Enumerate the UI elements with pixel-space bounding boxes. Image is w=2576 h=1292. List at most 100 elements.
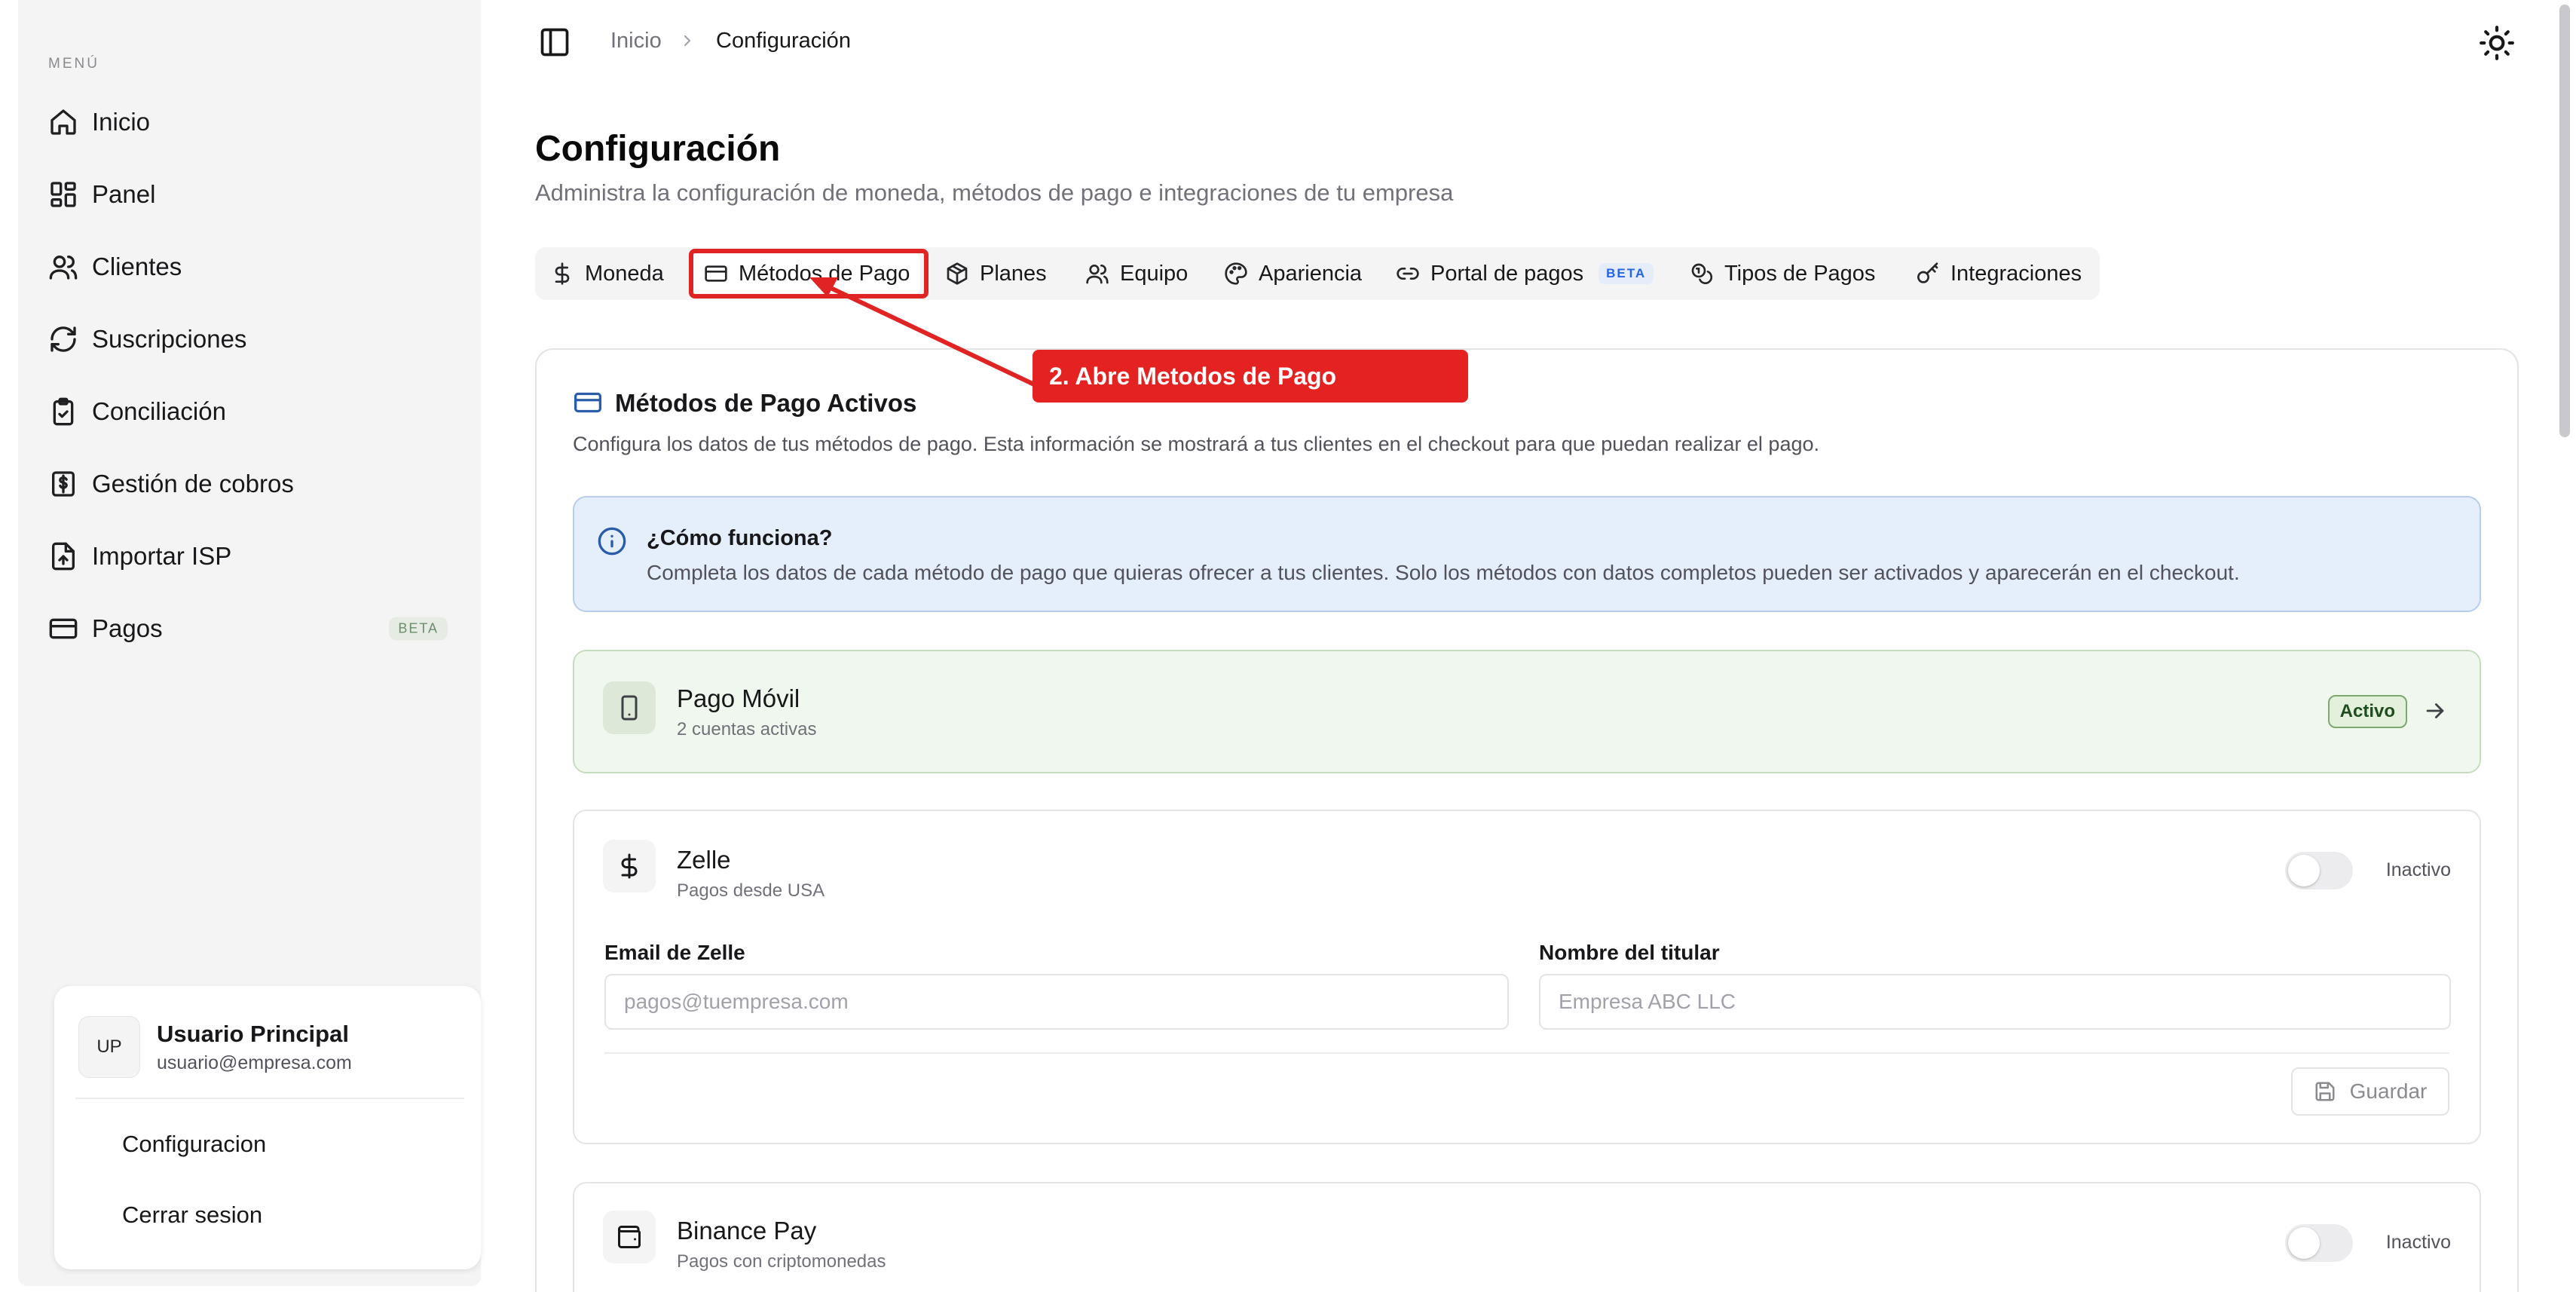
sidebar-nav: Inicio Panel Clientes Suscripciones Conc… <box>35 86 466 665</box>
sidebar-item-importar-isp[interactable]: Importar ISP <box>35 520 466 592</box>
credit-card-icon <box>573 389 603 416</box>
beta-badge: BETA <box>1599 263 1654 284</box>
divider <box>75 1098 464 1099</box>
info-icon <box>597 526 627 556</box>
sun-icon[interactable] <box>2478 24 2516 62</box>
sidebar-item-pagos[interactable]: Pagos BETA <box>35 592 466 665</box>
package-icon <box>945 262 969 286</box>
receipt-dollar-icon <box>48 469 78 499</box>
info-title: ¿Cómo funciona? <box>647 526 833 550</box>
breadcrumb-home[interactable]: Inicio <box>610 29 662 54</box>
sidebar-item-label: Suscripciones <box>92 325 247 353</box>
breadcrumb-current: Configuración <box>716 29 851 53</box>
zelle-holder-input[interactable] <box>1539 974 2451 1030</box>
toggle-status-label: Inactivo <box>2385 1232 2451 1253</box>
method-title: Binance Pay <box>677 1217 817 1245</box>
tab-portal-de-pagos[interactable]: Portal de pagos BETA <box>1385 253 1664 295</box>
coins-icon <box>1690 262 1714 286</box>
method-title: Zelle <box>677 846 731 874</box>
tab-label: Métodos de Pago <box>739 261 910 286</box>
chevron-right-icon <box>678 30 696 51</box>
credit-card-icon <box>48 614 78 644</box>
layout-dashboard-icon <box>48 179 78 210</box>
method-subtitle: Pagos desde USA <box>677 880 825 901</box>
method-zelle: Zelle Pagos desde USA Inactivo Email de … <box>573 810 2481 1144</box>
page-subtitle: Administra la configuración de moneda, m… <box>535 179 1454 206</box>
users-icon <box>48 252 78 282</box>
info-text: Completa los datos de cada método de pag… <box>647 561 2240 584</box>
sidebar-item-label: Clientes <box>92 253 182 280</box>
cerrar-sesion-link[interactable]: Cerrar sesion <box>122 1202 262 1229</box>
tab-moneda[interactable]: Moneda <box>540 253 675 295</box>
method-title: Pago Móvil <box>677 684 800 712</box>
sidebar-item-label: Panel <box>92 180 156 208</box>
wallet-icon <box>603 1211 656 1263</box>
sidebar-item-label: Gestión de cobros <box>92 470 294 498</box>
method-binance-pay: Binance Pay Pagos con criptomonedas Inac… <box>573 1182 2481 1292</box>
file-upload-icon <box>48 541 78 571</box>
sidebar-item-suscripciones[interactable]: Suscripciones <box>35 303 466 375</box>
section-title: Métodos de Pago Activos <box>615 389 917 417</box>
home-icon <box>48 107 78 137</box>
save-button[interactable]: Guardar <box>2291 1067 2449 1116</box>
tab-apariencia[interactable]: Apariencia <box>1213 253 1372 295</box>
sidebar-item-gestion-cobros[interactable]: Gestión de cobros <box>35 448 466 520</box>
sidebar: MENÚ Inicio Panel Clientes Suscripciones <box>18 0 481 1286</box>
users-icon <box>1085 262 1109 286</box>
sidebar-item-panel[interactable]: Panel <box>35 158 466 231</box>
clipboard-check-icon <box>48 396 78 427</box>
sidebar-item-label: Importar ISP <box>92 542 232 570</box>
tab-tipos-de-pagos[interactable]: Tipos de Pagos <box>1679 253 1886 295</box>
user-email: usuario@empresa.com <box>157 1052 352 1073</box>
tab-integraciones[interactable]: Integraciones <box>1905 253 2092 295</box>
method-pago-movil[interactable]: Pago Móvil 2 cuentas activas Activo <box>573 650 2481 773</box>
sidebar-item-conciliacion[interactable]: Conciliación <box>35 375 466 448</box>
annotation-label: 2. Abre Metodos de Pago <box>1033 350 1468 403</box>
menu-label: MENÚ <box>48 56 99 72</box>
sidebar-toggle-icon[interactable] <box>538 26 571 59</box>
method-subtitle: 2 cuentas activas <box>677 719 817 739</box>
scrollbar[interactable] <box>2559 5 2570 437</box>
beta-badge: BETA <box>389 617 448 641</box>
tab-label: Tipos de Pagos <box>1724 261 1876 286</box>
info-box: ¿Cómo funciona? Completa los datos de ca… <box>573 496 2481 612</box>
smartphone-icon <box>603 681 656 734</box>
holder-label: Nombre del titular <box>1539 941 1720 964</box>
tab-metodos-de-pago[interactable]: Métodos de Pago <box>693 253 921 295</box>
link-icon <box>1396 262 1420 286</box>
settings-tabs: Moneda Métodos de Pago Planes Equipo Apa… <box>535 247 2100 300</box>
zelle-toggle[interactable] <box>2285 852 2353 889</box>
section-description: Configura los datos de tus métodos de pa… <box>573 433 1819 455</box>
sidebar-item-label: Conciliación <box>92 397 226 425</box>
user-name: Usuario Principal <box>157 1021 349 1047</box>
tab-label: Apariencia <box>1259 261 1363 286</box>
toggle-status-label: Inactivo <box>2385 859 2451 880</box>
save-icon <box>2314 1080 2336 1103</box>
tab-equipo[interactable]: Equipo <box>1075 253 1198 295</box>
email-label: Email de Zelle <box>604 941 745 964</box>
method-subtitle: Pagos con criptomonedas <box>677 1251 886 1272</box>
zelle-email-input[interactable] <box>604 974 1509 1030</box>
palette-icon <box>1224 262 1248 286</box>
refresh-icon <box>48 324 78 354</box>
tab-label: Planes <box>980 261 1047 286</box>
key-icon <box>1916 262 1940 286</box>
sidebar-item-inicio[interactable]: Inicio <box>35 86 466 158</box>
dollar-icon <box>603 840 656 892</box>
credit-card-icon <box>704 262 728 286</box>
divider <box>604 1052 2449 1054</box>
arrow-right-icon <box>2422 698 2448 724</box>
tab-label: Portal de pagos <box>1430 261 1584 286</box>
sidebar-item-label: Pagos <box>92 614 163 642</box>
save-label: Guardar <box>2349 1079 2428 1103</box>
binance-toggle[interactable] <box>2285 1224 2353 1262</box>
status-badge: Activo <box>2327 695 2407 728</box>
sidebar-item-clientes[interactable]: Clientes <box>35 231 466 303</box>
avatar: UP <box>78 1016 140 1078</box>
page-title: Configuración <box>535 129 781 169</box>
sidebar-item-label: Inicio <box>92 108 151 136</box>
configuracion-link[interactable]: Configuracion <box>122 1131 266 1158</box>
tab-label: Integraciones <box>1950 261 2082 286</box>
tab-label: Equipo <box>1120 261 1189 286</box>
tab-planes[interactable]: Planes <box>935 253 1057 295</box>
